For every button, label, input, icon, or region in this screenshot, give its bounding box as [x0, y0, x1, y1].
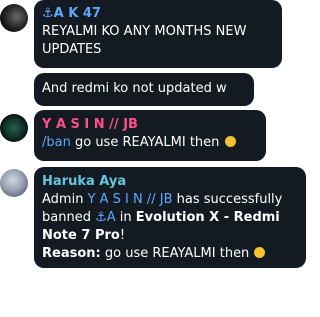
message-text: Reason: go use REAYALMI then — [42, 245, 298, 263]
sender-name[interactable]: Haruka Aya — [42, 173, 298, 191]
sender-name[interactable]: Y A S I N // JB — [42, 116, 258, 134]
message-text: banned ⚓A in Evolution X - Redmi — [42, 210, 280, 225]
message-text: And redmi ko not updated w — [42, 81, 227, 96]
message-bubble: ⚓A K 47 REYALMI KO ANY MONTHS NEW UPDATE… — [34, 0, 282, 68]
message-text: UPDATES — [42, 42, 102, 57]
user-mention[interactable]: ⚓A — [95, 210, 116, 225]
avatar[interactable] — [0, 169, 28, 197]
sender-name[interactable]: ⚓A K 47 — [42, 5, 274, 23]
message-text: Note 7 Pro! — [42, 228, 126, 243]
message-text: Admin Y A S I N // JB has successfully — [42, 192, 283, 207]
smirk-emoji-icon — [254, 247, 266, 258]
message-bubble: And redmi ko not updated w — [34, 73, 254, 106]
user-mention[interactable]: Y A S I N // JB — [88, 192, 173, 207]
message-text: /ban go use REAYALMI then — [42, 134, 258, 152]
smirk-emoji-icon — [224, 136, 236, 147]
message-text: REYALMI KO ANY MONTHS NEW — [42, 24, 247, 39]
message-bubble: Y A S I N // JB /ban go use REAYALMI the… — [34, 110, 266, 161]
command-link[interactable]: /ban — [42, 135, 71, 150]
avatar[interactable] — [0, 4, 28, 32]
message-bubble: Haruka Aya Admin Y A S I N // JB has suc… — [34, 167, 306, 268]
avatar[interactable] — [0, 114, 28, 142]
